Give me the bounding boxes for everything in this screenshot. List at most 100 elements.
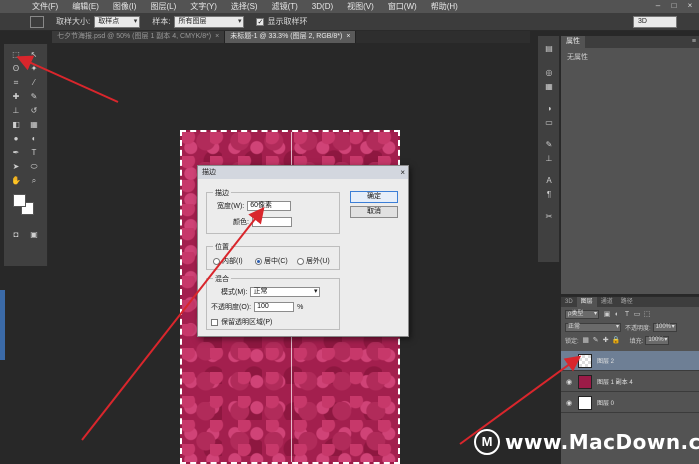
blend-group: 混合 模式(M): 正常 不透明度(O): 100 % 保留透明区域(P) (206, 274, 340, 330)
close-icon[interactable]: × (215, 33, 219, 40)
brush-tool-icon[interactable]: ✎ (28, 92, 40, 102)
layer-filter-select[interactable]: ρ类型 (565, 310, 599, 319)
tab-3d[interactable]: 3D (561, 297, 577, 307)
visibility-eye-icon[interactable]: ◉ (564, 399, 574, 407)
radio-inside[interactable] (213, 257, 220, 265)
tab-untitled-1[interactable]: 未标题-1 @ 33.3% (图层 2, RGB/8*) × (225, 31, 357, 43)
preserve-transparency-checkbox[interactable] (211, 318, 218, 326)
menu-filter[interactable]: 滤镜(T) (272, 1, 298, 12)
fill-input[interactable]: 100% (645, 336, 670, 345)
clone-stamp-icon[interactable]: ⊥ (10, 106, 22, 116)
filter-type-icon[interactable]: T (623, 311, 631, 319)
menu-view[interactable]: 视图(V) (347, 1, 374, 12)
mode-select[interactable]: 正常 (250, 287, 321, 297)
filter-adjustment-icon[interactable]: ◐ (613, 311, 621, 319)
type-tool-icon[interactable]: T (28, 148, 40, 158)
menu-image[interactable]: 图像(I) (113, 1, 137, 12)
history-icon[interactable]: ▤ (544, 44, 554, 53)
sample-select[interactable]: 所有图层 (174, 15, 245, 28)
menu-file[interactable]: 文件(F) (32, 1, 58, 12)
pen-tool-icon[interactable]: ✒ (10, 148, 22, 158)
lock-all-icon[interactable]: 🔒 (612, 337, 621, 345)
paragraph-icon[interactable]: ¶ (544, 190, 554, 199)
eraser-tool-icon[interactable]: ◧ (10, 120, 22, 130)
opacity-input[interactable]: 100 (254, 302, 295, 312)
position-center-option[interactable]: 居中(C) (255, 256, 288, 266)
tab-channels[interactable]: 通道 (597, 297, 617, 307)
eyedropper-preset-icon[interactable] (30, 15, 44, 28)
adjustments-icon[interactable]: ◑ (544, 104, 554, 113)
zoom-tool-icon[interactable]: ⌕ (28, 176, 40, 186)
filter-pixel-icon[interactable]: ▣ (603, 311, 611, 319)
ok-button[interactable]: 确定 (350, 191, 398, 203)
radio-outside[interactable] (297, 257, 304, 265)
maximize-icon[interactable]: □ (669, 1, 679, 11)
workspace-select[interactable]: 3D (633, 16, 677, 28)
layer-row-layer-1-copy-4[interactable]: ◉ 图层 1 副本 4 (561, 372, 699, 392)
swatches-icon[interactable]: ▦ (544, 82, 554, 91)
close-icon[interactable]: × (346, 33, 350, 40)
color-wheel-icon[interactable]: ◎ (544, 68, 554, 77)
width-input[interactable]: 60像素 (247, 201, 292, 211)
opacity-label: 不透明度(O): (211, 304, 252, 311)
filter-shape-icon[interactable]: ▭ (633, 311, 641, 319)
clone-source-icon[interactable]: ⊥ (544, 154, 554, 163)
preserve-transparency-row[interactable]: 保留透明区域(P) (211, 317, 272, 327)
magic-wand-icon[interactable]: ✦ (28, 64, 40, 74)
styles-icon[interactable]: ▭ (544, 118, 554, 127)
radio-center[interactable] (255, 257, 262, 265)
tab-layers[interactable]: 图层 (576, 297, 597, 307)
dialog-titlebar[interactable]: 描边 × (198, 166, 408, 179)
menu-edit[interactable]: 编辑(E) (72, 1, 99, 12)
menu-3d[interactable]: 3D(D) (312, 2, 333, 11)
layer-row-layer-2[interactable]: 图层 2 (561, 351, 699, 371)
visibility-eye-icon[interactable]: ◉ (564, 378, 574, 386)
tab-qixi-poster[interactable]: 七夕节海报.psd @ 50% (图层 1 副本 4, CMYK/8*) × (52, 31, 226, 43)
width-label: 宽度(W): (217, 203, 245, 210)
close-icon[interactable]: × (400, 166, 405, 179)
character-icon[interactable]: A (544, 176, 554, 185)
cancel-button[interactable]: 取消 (350, 206, 398, 218)
menu-help[interactable]: 帮助(H) (431, 1, 458, 12)
lock-image-icon[interactable]: ✎ (592, 337, 600, 345)
healing-brush-icon[interactable]: ✚ (10, 92, 22, 102)
lock-transparent-icon[interactable]: ▦ (582, 337, 590, 345)
crop-tool-icon[interactable]: ⌗ (10, 78, 22, 88)
blend-mode-select[interactable]: 正常 (565, 323, 621, 332)
gradient-tool-icon[interactable]: ▦ (28, 120, 40, 130)
close-window-icon[interactable]: × (685, 1, 695, 11)
show-ring-checkbox[interactable]: ✓ (256, 17, 265, 26)
menu-type[interactable]: 文字(Y) (190, 1, 217, 12)
eyedropper-tool-icon[interactable]: ⁄ (28, 78, 40, 88)
minimize-icon[interactable]: – (653, 1, 663, 11)
path-selection-icon[interactable]: ➤ (10, 162, 22, 172)
foreground-color-swatch[interactable] (13, 194, 26, 207)
menu-select[interactable]: 选择(S) (231, 1, 258, 12)
quick-mask-icon[interactable]: ◘ (10, 230, 22, 240)
position-outside-option[interactable]: 居外(U) (297, 256, 330, 266)
position-inside-option[interactable]: 内部(I) (213, 256, 243, 266)
blend-group-title: 混合 (213, 274, 231, 284)
panel-menu-icon[interactable]: ≡ (692, 38, 696, 45)
brush-presets-icon[interactable]: ✎ (544, 140, 554, 149)
filter-smart-object-icon[interactable]: ⬚ (643, 311, 651, 319)
hand-tool-icon[interactable]: ✋ (10, 176, 22, 186)
menu-layer[interactable]: 图层(L) (150, 1, 176, 12)
layer-row-layer-0[interactable]: ◉ 图层 0 (561, 393, 699, 413)
blur-tool-icon[interactable]: ● (10, 134, 22, 144)
history-brush-icon[interactable]: ↺ (28, 106, 40, 116)
marquee-tool-icon[interactable]: ⬚ (10, 50, 22, 60)
sample-size-select[interactable]: 取样点 (94, 15, 141, 28)
dodge-tool-icon[interactable]: ◐ (28, 134, 40, 144)
stroke-color-swatch[interactable] (251, 217, 292, 227)
ellipse-tool-icon[interactable]: ⬭ (28, 162, 40, 172)
screen-mode-icon[interactable]: ▣ (28, 230, 40, 240)
lasso-tool-icon[interactable]: ʘ (10, 64, 22, 74)
tab-paths[interactable]: 路径 (617, 297, 637, 307)
tool-presets-icon[interactable]: ✂ (544, 212, 554, 221)
layer-opacity-input[interactable]: 100% (652, 323, 677, 332)
move-tool-icon[interactable]: ↖ (28, 50, 40, 60)
tab-properties[interactable]: 属性 (561, 36, 585, 48)
lock-position-icon[interactable]: ✚ (602, 337, 610, 345)
menu-window[interactable]: 窗口(W) (388, 1, 417, 12)
